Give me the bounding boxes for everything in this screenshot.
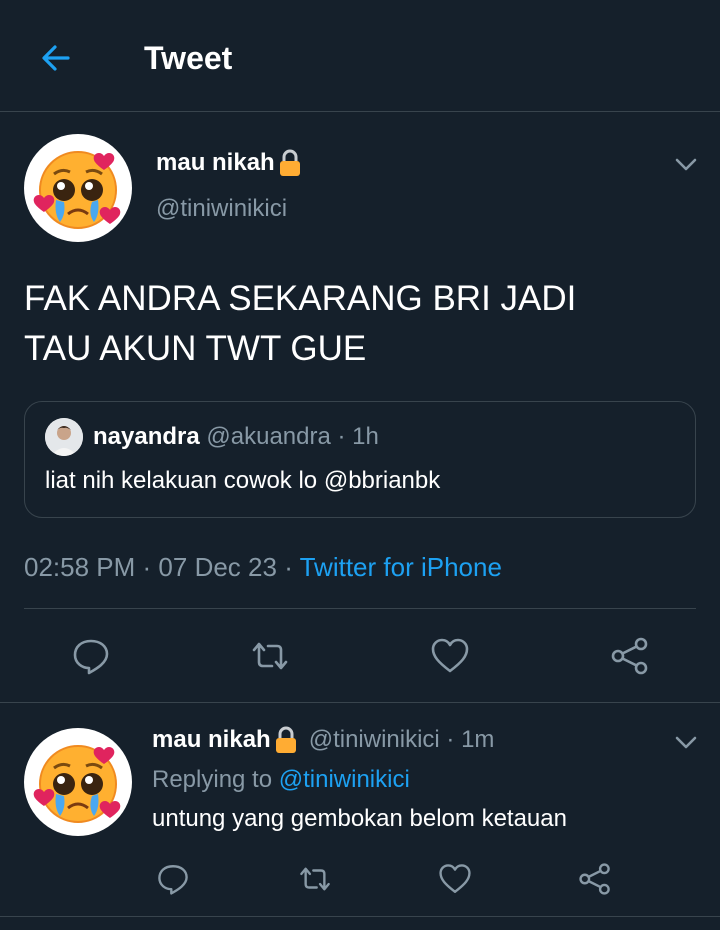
reply-header: mau nikah @tiniwinikici · 1m (152, 724, 494, 756)
divider (24, 608, 696, 609)
retweet-icon (252, 642, 288, 670)
lock-icon (273, 725, 299, 755)
quoted-tweet-header: nayandra @akuandra · 1h (93, 422, 379, 452)
arrow-left-icon (42, 45, 70, 71)
quoted-tweet-text: liat nih kelakuan cowok lo @bbrianbk (45, 467, 441, 494)
tweet-timestamp: 02:58 PM · 07 Dec 23 · Twitter for iPhon… (24, 552, 502, 582)
tweet-text: FAK ANDRA SEKARANG BRI JADI TAU AKUN TWT… (24, 274, 694, 374)
quoted-author-name: nayandra (93, 423, 200, 450)
pleading-face-emoji-icon (33, 151, 121, 229)
author-handle[interactable]: @tiniwinikici (156, 194, 287, 224)
retweet-button[interactable] (250, 636, 290, 676)
avatar[interactable] (24, 134, 132, 242)
share-button[interactable] (578, 862, 612, 896)
top-bar: Tweet (0, 0, 720, 112)
like-button[interactable] (438, 862, 472, 896)
pleading-face-emoji-icon (33, 745, 121, 823)
retweet-icon (300, 867, 330, 891)
quoted-tweet[interactable]: nayandra @akuandra · 1h liat nih kelakua… (24, 401, 696, 518)
share-icon (611, 637, 648, 675)
reply-icon (73, 639, 109, 675)
chevron-down-icon[interactable] (672, 150, 700, 178)
share-button[interactable] (610, 636, 650, 676)
reply-button[interactable] (71, 636, 111, 676)
divider (0, 916, 720, 917)
page-title: Tweet (144, 40, 233, 76)
replying-to-mention[interactable]: @tiniwinikici (279, 766, 410, 793)
replying-to-label: Replying to (152, 766, 273, 793)
reply-author-name[interactable]: mau nikah (152, 724, 271, 756)
tweet-date: 07 Dec 23 (158, 552, 277, 582)
lock-icon (277, 148, 303, 178)
reply-icon (158, 865, 188, 895)
quoted-handle-time: @akuandra · 1h (206, 423, 379, 450)
avatar[interactable] (24, 728, 132, 836)
author-name[interactable]: mau nikah (156, 148, 303, 178)
tweet-text-line: TAU AKUN TWT GUE (24, 329, 367, 368)
like-button[interactable] (430, 636, 470, 676)
replying-to: Replying to @tiniwinikici (152, 764, 410, 796)
share-icon (579, 863, 610, 895)
back-button[interactable] (36, 38, 76, 78)
chevron-down-icon[interactable] (672, 728, 700, 756)
divider (0, 702, 720, 703)
reply-text: untung yang gembokan belom ketauan (152, 805, 567, 832)
tweet-source-link[interactable]: Twitter for iPhone (300, 552, 502, 582)
tweet-text-line: FAK ANDRA SEKARANG BRI JADI (24, 279, 577, 318)
like-icon (439, 864, 471, 893)
reply-button[interactable] (156, 862, 190, 896)
like-icon (431, 638, 469, 673)
tweet-time: 02:58 PM (24, 552, 136, 582)
retweet-button[interactable] (298, 862, 332, 896)
author-name-text: mau nikah (156, 149, 275, 176)
reply-handle-time: @tiniwinikici · 1m (308, 726, 495, 753)
avatar (45, 418, 83, 456)
